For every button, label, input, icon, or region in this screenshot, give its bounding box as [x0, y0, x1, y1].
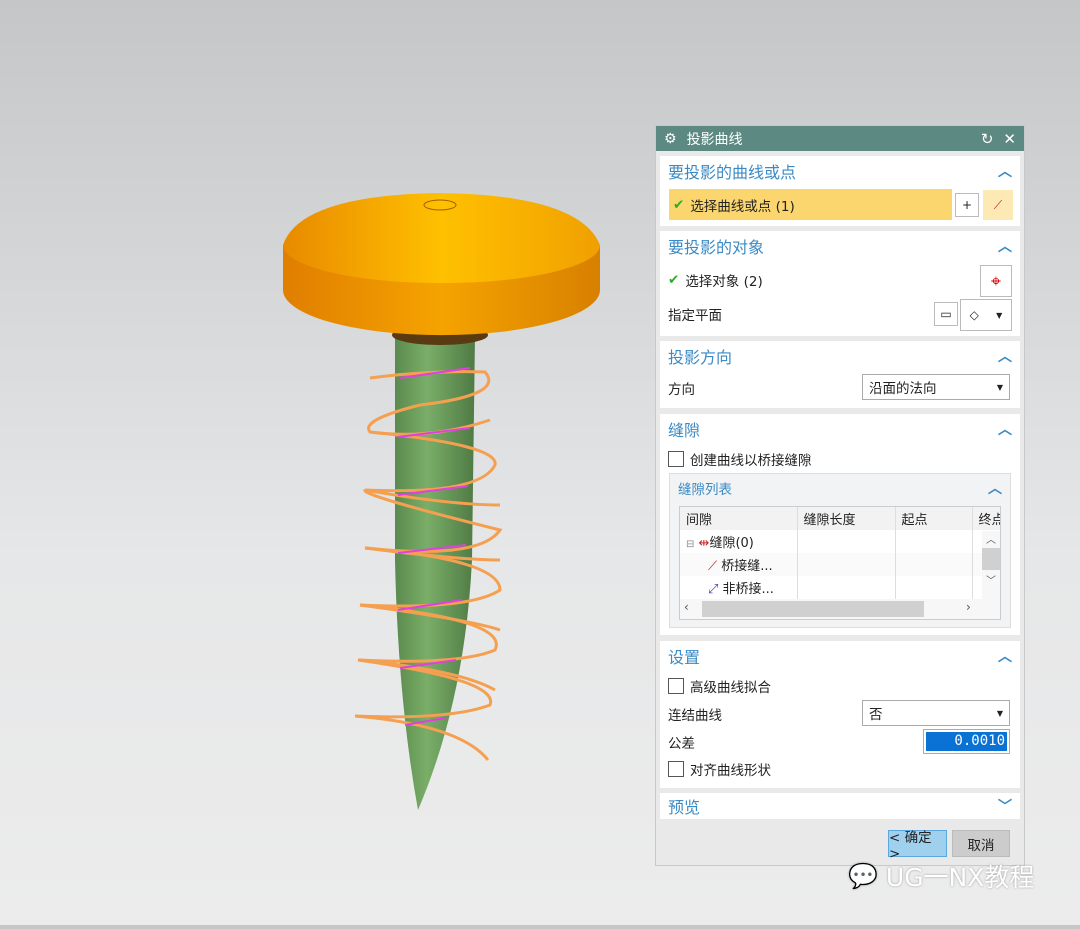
section-title: 缝隙	[668, 421, 701, 440]
join-value: 否	[869, 707, 883, 723]
section-title: 投影方向	[668, 348, 733, 367]
direction-value: 沿面的法向	[869, 381, 937, 397]
plane-label: 指定平面	[668, 308, 722, 324]
join-curves-select[interactable]: 否 ▼	[862, 700, 1010, 726]
collapse-icon[interactable]: ︿	[998, 346, 1012, 366]
reset-icon[interactable]: ↻	[981, 130, 994, 148]
cancel-button[interactable]: 取消	[952, 830, 1010, 857]
section-preview[interactable]: 预览 ﹀	[660, 793, 1020, 819]
close-icon[interactable]: ✕	[1003, 130, 1016, 148]
check-icon: ✔	[668, 272, 680, 288]
select-object-row[interactable]: ✔ 选择对象 (2)	[668, 267, 1012, 293]
plane-dialog-icon[interactable]: ▭	[934, 302, 958, 326]
col-end[interactable]: 终点	[972, 507, 1000, 530]
join-label: 连结曲线	[668, 708, 722, 724]
crosshair-icon[interactable]: ⌖	[980, 265, 1012, 297]
col-start[interactable]: 起点	[895, 507, 973, 530]
tolerance-value: 0.0010	[926, 732, 1007, 751]
row-label: 桥接缝...	[721, 559, 773, 574]
section-settings: 设置 ︿ 高级曲线拟合 连结曲线 否 ▼ 公差 0.0010 对齐曲线形状	[660, 641, 1020, 788]
non-bridge-icon: ⤢	[708, 582, 719, 597]
row-label: 非桥接...	[722, 582, 774, 597]
plane-icon: ◇	[969, 308, 979, 322]
section-title: 要投影的对象	[668, 238, 765, 257]
dropdown-arrow-icon: ▼	[996, 382, 1003, 392]
project-curve-dialog: ⚙ 投影曲线 ↻ ✕ 要投影的曲线或点 ︿ ✔ 选择曲线或点 (1) + ⟋ 要投影…	[655, 125, 1025, 866]
advanced-fit-checkbox[interactable]	[668, 678, 684, 694]
vertical-scrollbar[interactable]: ︿ ﹀	[982, 531, 1000, 600]
wechat-icon: 💬	[848, 862, 878, 890]
expand-icon[interactable]: ﹀	[998, 796, 1012, 816]
gap-table: 间隙缝隙长度起点终点 ⊟ ⇹缝隙(0) ⟋ 桥接缝... ⤢ 非桥接... ︿﹀…	[679, 506, 1001, 620]
gap-list-title: 缝隙列表	[678, 482, 732, 498]
collapse-icon[interactable]: ︿	[998, 646, 1012, 666]
section-title: 要投影的曲线或点	[668, 163, 797, 182]
collapse-icon[interactable]: ︿	[988, 478, 1002, 498]
dropdown-arrow-icon: ▼	[996, 708, 1003, 718]
select-curve-label: 选择曲线或点 (1)	[690, 198, 795, 215]
gap-list-panel: 缝隙列表 ︿ 间隙缝隙长度起点终点 ⊟ ⇹缝隙(0) ⟋ 桥接缝... ⤢ 非桥接…	[669, 473, 1011, 628]
col-gap[interactable]: 间隙	[680, 507, 798, 530]
collapse-icon[interactable]: ︿	[998, 161, 1012, 181]
tolerance-input[interactable]: 0.0010	[923, 729, 1010, 754]
advanced-fit-label: 高级曲线拟合	[690, 680, 771, 696]
direction-select[interactable]: 沿面的法向 ▼	[862, 374, 1010, 400]
watermark-text: UG一NX教程	[885, 863, 1035, 892]
ok-button[interactable]: < 确定 >	[888, 830, 947, 862]
screw-model	[283, 193, 600, 810]
bridge-gap-label: 创建曲线以桥接缝隙	[690, 453, 812, 469]
collapse-icon[interactable]: ︿	[998, 419, 1012, 439]
section-objects: 要投影的对象 ︿ ✔ 选择对象 (2) ⌖ 指定平面 ▭ ◇ ▼	[660, 231, 1020, 336]
tolerance-label: 公差	[668, 736, 695, 752]
curve-rule-icon[interactable]: +	[955, 193, 979, 217]
graphics-viewport[interactable]	[0, 0, 650, 925]
bridge-icon: ⟋	[708, 559, 718, 574]
section-title: 设置	[668, 648, 701, 667]
section-direction: 投影方向 ︿ 方向 沿面的法向 ▼	[660, 341, 1020, 408]
gap-icon: ⇹	[698, 536, 710, 551]
align-shape-checkbox[interactable]	[668, 761, 684, 777]
horizontal-scrollbar[interactable]: ‹ ›	[680, 599, 1000, 619]
col-length[interactable]: 缝隙长度	[797, 507, 896, 530]
table-row[interactable]: ⤢ 非桥接...	[680, 576, 1000, 599]
section-title: 预览	[668, 798, 701, 817]
bridge-gap-checkbox[interactable]	[668, 451, 684, 467]
section-gap: 缝隙 ︿ 创建曲线以桥接缝隙 缝隙列表 ︿ 间隙缝隙长度起点终点 ⊟ ⇹缝隙(0) …	[660, 414, 1020, 635]
align-shape-label: 对齐曲线形状	[690, 763, 771, 779]
dialog-titlebar: ⚙ 投影曲线 ↻ ✕	[656, 126, 1024, 151]
table-row[interactable]: ⟋ 桥接缝...	[680, 553, 1000, 576]
watermark: 💬 UG一NX教程	[848, 858, 1034, 894]
row-label: 缝隙(0)	[709, 536, 754, 551]
table-header: 间隙缝隙长度起点终点	[680, 507, 1000, 530]
gear-icon[interactable]: ⚙	[664, 131, 677, 147]
section-curves: 要投影的曲线或点 ︿ ✔ 选择曲线或点 (1) + ⟋	[660, 156, 1020, 226]
select-curve-icon[interactable]: ⟋	[983, 190, 1013, 220]
plane-type-dropdown[interactable]: ◇ ▼	[960, 299, 1012, 331]
check-icon: ✔	[673, 196, 685, 213]
select-curve-row[interactable]: ✔ 选择曲线或点 (1)	[669, 189, 952, 220]
collapse-icon[interactable]: ︿	[998, 236, 1012, 256]
dialog-title: 投影曲线	[686, 131, 743, 148]
select-object-label: 选择对象 (2)	[685, 274, 763, 290]
collapse-tree-icon[interactable]: ⊟	[686, 539, 694, 550]
direction-label: 方向	[668, 382, 695, 398]
table-row[interactable]: ⊟ ⇹缝隙(0)	[680, 530, 1000, 553]
